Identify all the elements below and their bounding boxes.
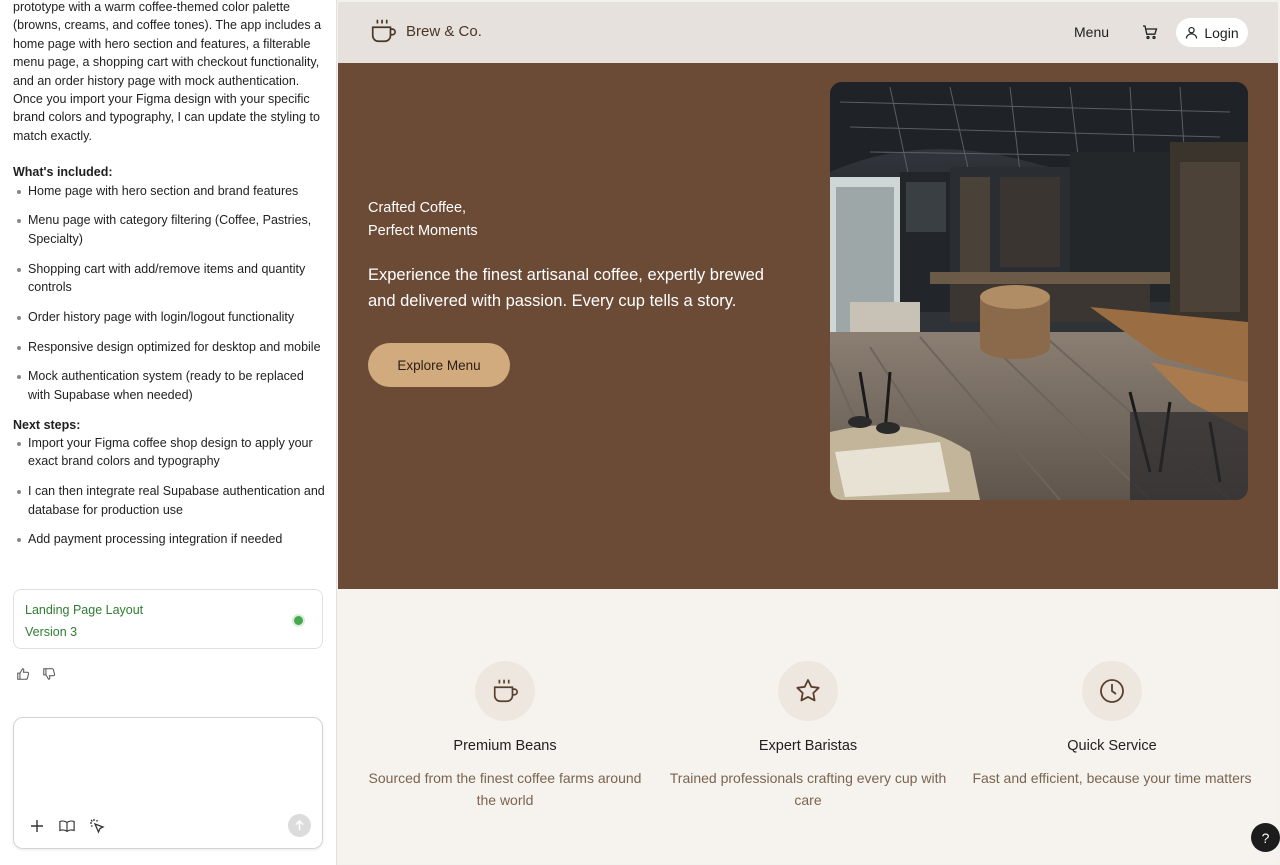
site-preview: Brew & Co. Menu Login Crafted Coffee, Pe…: [338, 2, 1278, 864]
next-steps-list: Import your Figma coffee shop design to …: [13, 434, 325, 549]
coffee-cup-icon: [371, 19, 396, 43]
help-button[interactable]: ?: [1251, 823, 1280, 852]
feature-title: Expert Baristas: [758, 738, 858, 754]
coffee-cup-icon: [493, 679, 518, 703]
list-item: Shopping cart with add/remove items and …: [13, 260, 325, 297]
hero-kicker: Crafted Coffee, Perfect Moments: [368, 197, 568, 242]
list-item: Menu page with category filtering (Coffe…: [13, 211, 325, 248]
chat-message: prototype with a warm coffee-themed colo…: [13, 0, 325, 560]
composer-tools: [29, 818, 105, 834]
explore-menu-button[interactable]: Explore Menu: [368, 343, 510, 387]
brand-name: Brew & Co.: [406, 22, 482, 40]
version-card[interactable]: Landing Page Layout Version 3: [13, 589, 323, 649]
arrow-up-icon: [295, 820, 304, 831]
hero-description: Experience the finest artisanal coffee, …: [368, 266, 764, 310]
feature-description: Sourced from the finest coffee farms aro…: [368, 770, 642, 808]
feature-description: Trained professionals crafting every cup…: [669, 770, 947, 808]
brand-logo[interactable]: Brew & Co.: [369, 17, 482, 45]
list-item: Import your Figma coffee shop design to …: [13, 434, 325, 471]
status-dot: [294, 616, 303, 625]
feature-title: Quick Service: [1067, 738, 1157, 754]
list-item: Add payment processing integration if ne…: [13, 530, 325, 548]
thumbs-up-icon[interactable]: [16, 667, 30, 681]
chat-composer[interactable]: [13, 717, 323, 849]
list-item: Mock authentication system (ready to be …: [13, 367, 325, 404]
login-label: Login: [1204, 24, 1239, 41]
site-navbar: Brew & Co. Menu Login: [338, 2, 1278, 63]
list-item: I can then integrate real Supabase authe…: [13, 482, 325, 519]
list-item: Responsive design optimized for desktop …: [13, 338, 325, 356]
hero-section: Crafted Coffee, Perfect Moments Experien…: [338, 63, 1278, 589]
plus-icon[interactable]: [29, 818, 45, 834]
feature-description: Fast and efficient, because your time ma…: [972, 770, 1252, 786]
version-label: Version 3: [25, 625, 78, 639]
thumbs-down-icon[interactable]: [42, 667, 56, 681]
cafe-interior-image: [830, 82, 1248, 500]
list-item: Order history page with login/logout fun…: [13, 308, 325, 326]
feature-icon-bg: [475, 661, 535, 721]
send-button[interactable]: [288, 814, 311, 837]
feedback-row: [16, 667, 56, 681]
included-heading: What's included:: [13, 165, 113, 180]
chat-intro-text: prototype with a warm coffee-themed colo…: [13, 0, 322, 143]
login-button[interactable]: Login: [1176, 18, 1248, 47]
feature-title: Premium Beans: [453, 738, 557, 754]
list-item: Home page with hero section and brand fe…: [13, 182, 325, 200]
nav-menu-link[interactable]: Menu: [1074, 24, 1109, 40]
cart-icon[interactable]: [1142, 24, 1158, 40]
chat-panel: prototype with a warm coffee-themed colo…: [0, 0, 337, 865]
included-list: Home page with hero section and brand fe…: [13, 182, 325, 405]
feature-icon-bg: [778, 661, 838, 721]
user-icon: [1186, 26, 1198, 39]
feature-icon-bg: [1082, 661, 1142, 721]
hero-kicker-line: Perfect Moments: [368, 222, 478, 239]
clock-icon: [1100, 679, 1124, 703]
select-element-icon[interactable]: [89, 818, 105, 834]
star-icon: [796, 679, 820, 702]
next-steps-heading: Next steps:: [13, 417, 81, 432]
version-title: Landing Page Layout: [25, 603, 144, 617]
book-icon[interactable]: [59, 818, 75, 834]
hero-kicker-line: Crafted Coffee,: [368, 200, 467, 216]
